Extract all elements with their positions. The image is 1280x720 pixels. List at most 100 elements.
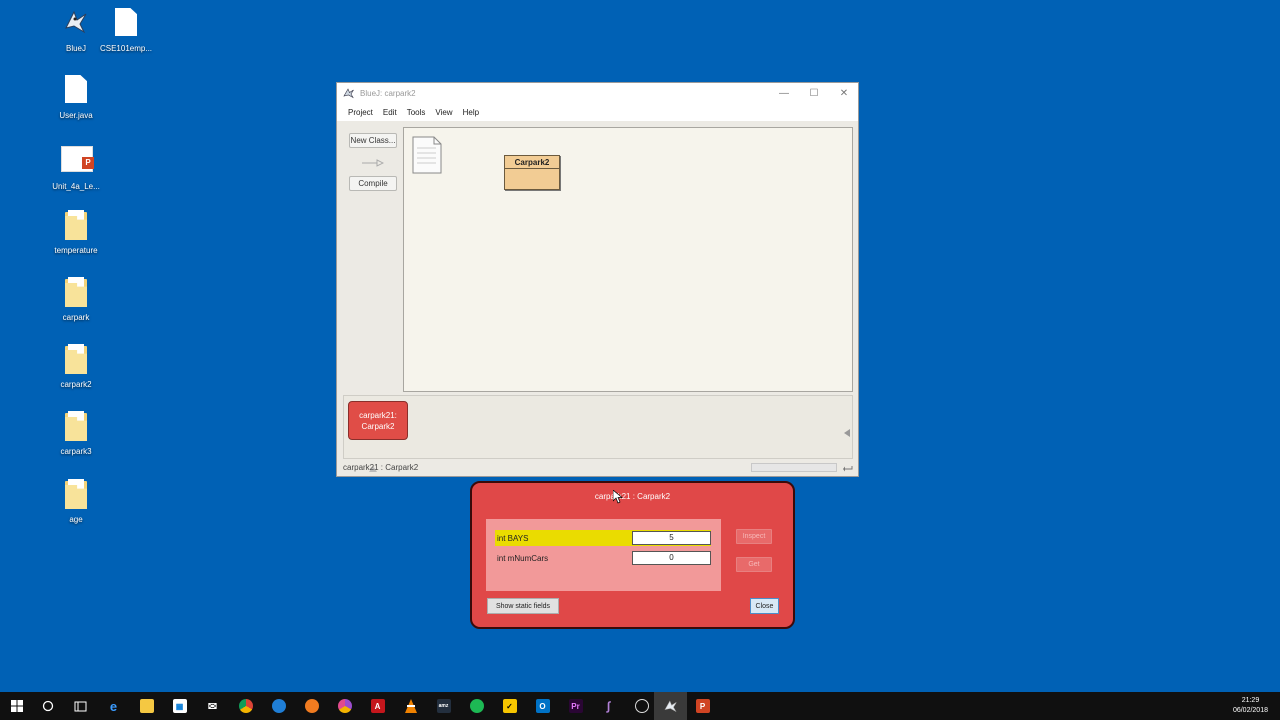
collapse-left-icon[interactable]	[844, 424, 850, 437]
powerpoint-file-icon: P	[61, 146, 94, 178]
status-bar: carpark21 : Carpark2	[343, 458, 858, 476]
taskbar-acrobat[interactable]: A	[361, 692, 394, 720]
menu-bar: Project Edit Tools View Help	[337, 103, 858, 121]
uses-arrow-button[interactable]	[349, 155, 397, 170]
taskbar-norton[interactable]: ✓	[493, 692, 526, 720]
premiere-icon: Pr	[568, 699, 583, 713]
vlc-icon	[404, 699, 417, 713]
chrome-canary-icon	[337, 699, 352, 713]
desktop-icon-carpark[interactable]: carpark	[41, 277, 111, 323]
menu-view[interactable]: View	[435, 108, 452, 117]
norton-icon: ✓	[502, 699, 517, 713]
title-bar[interactable]: BlueJ: carpark2 — ☐ ✕	[337, 83, 858, 103]
desktop-icon-label: CSE101emp...	[99, 44, 153, 53]
desktop-icon-label: BlueJ	[65, 44, 86, 53]
desktop-icon-carpark3[interactable]: carpark3	[41, 411, 111, 457]
new-class-button[interactable]: New Class...	[349, 133, 397, 148]
taskbar-mail[interactable]: ✉	[196, 692, 229, 720]
firefox-icon	[304, 699, 319, 713]
search-button[interactable]	[31, 692, 64, 720]
outlook-icon: O	[535, 699, 550, 713]
readme-note-icon[interactable]	[412, 136, 442, 174]
folder-icon	[139, 699, 154, 713]
taskbar: e ▦ ✉ A amz ✓ O Pr ∫ P 21:29 06/02/2018	[0, 692, 1280, 720]
object-name: carpark21:	[359, 410, 397, 420]
taskbar-vlc[interactable]	[394, 692, 427, 720]
taskbar-visual-studio[interactable]: ∫	[592, 692, 625, 720]
thunderbird-icon	[271, 699, 286, 713]
desktop-icon-label: Unit_4a_Le...	[52, 182, 100, 191]
taskbar-firefox[interactable]	[295, 692, 328, 720]
windows-logo-icon	[10, 700, 23, 712]
desktop-icon-temperature[interactable]: temperature	[41, 210, 111, 256]
acrobat-icon: A	[370, 699, 385, 713]
folder-icon	[61, 344, 91, 376]
desktop-icon-carpark2[interactable]: carpark2	[41, 344, 111, 390]
taskbar-file-explorer[interactable]	[130, 692, 163, 720]
show-static-fields-button[interactable]: Show static fields	[487, 598, 559, 614]
desktop-icon-cse101[interactable]: CSE101emp...	[91, 8, 161, 54]
taskbar-chrome[interactable]	[229, 692, 262, 720]
taskbar-chrome-alt[interactable]	[328, 692, 361, 720]
taskbar-spotify[interactable]	[460, 692, 493, 720]
get-button[interactable]: Get	[736, 557, 772, 572]
minimize-button[interactable]: —	[769, 83, 799, 103]
close-button[interactable]: Close	[750, 598, 779, 614]
desktop-icon-user-java[interactable]: User.java	[41, 75, 111, 121]
object-bench: carpark21: Carpark2	[343, 395, 853, 459]
field-name: int BAYS	[497, 533, 529, 543]
bluej-app-icon	[61, 8, 91, 40]
start-button[interactable]	[0, 692, 33, 720]
taskbar-amazon[interactable]: amz	[427, 692, 460, 720]
menu-tools[interactable]: Tools	[407, 108, 426, 117]
menu-edit[interactable]: Edit	[383, 108, 397, 117]
bluej-main: New Class... Compile Carpark2 carpark21:…	[337, 121, 858, 476]
desktop-icon-age[interactable]: age	[41, 479, 111, 525]
field-row[interactable]: int mNumCars 0	[495, 550, 711, 566]
object-carpark21[interactable]: carpark21: Carpark2	[348, 401, 408, 440]
object-inspector-dialog: carpark21 : Carpark2 int BAYS 5 int mNum…	[470, 481, 795, 629]
undo-arrow-icon[interactable]	[843, 461, 854, 472]
field-value: 0	[632, 551, 711, 565]
desktop-icon-unit4a[interactable]: P Unit_4a_Le...	[41, 146, 111, 192]
visual-studio-icon: ∫	[606, 699, 611, 713]
folder-icon	[61, 479, 91, 511]
desktop-icon-label: carpark	[62, 313, 90, 322]
taskbar-outlook[interactable]: O	[526, 692, 559, 720]
field-list: int BAYS 5 int mNumCars 0	[486, 519, 721, 591]
system-clock[interactable]: 21:29 06/02/2018	[1233, 696, 1268, 716]
dependency-arrow-icon	[362, 158, 384, 167]
class-diagram-panel[interactable]: Carpark2	[403, 127, 853, 392]
desktop-icon-label: carpark2	[60, 380, 92, 389]
taskbar-bluej[interactable]	[654, 692, 687, 720]
class-carpark2[interactable]: Carpark2	[504, 155, 560, 190]
class-name: Carpark2	[505, 156, 559, 169]
compile-button[interactable]: Compile	[349, 176, 397, 191]
taskbar-store[interactable]: ▦	[163, 692, 196, 720]
bluej-app-icon	[343, 88, 354, 99]
menu-help[interactable]: Help	[463, 108, 479, 117]
taskbar-premiere[interactable]: Pr	[559, 692, 592, 720]
desktop-icon-label: User.java	[59, 111, 93, 120]
mail-icon: ✉	[207, 700, 218, 713]
taskbar-edge[interactable]: e	[97, 692, 130, 720]
desktop-icon-label: age	[69, 515, 83, 524]
cortana-icon	[42, 700, 53, 712]
bluej-app-icon	[664, 700, 676, 713]
task-view-button[interactable]	[64, 692, 97, 720]
maximize-icon: ☐	[809, 87, 819, 99]
document-icon	[111, 8, 141, 40]
desktop-icon-label: temperature	[54, 246, 98, 255]
taskbar-powerpoint[interactable]: P	[686, 692, 719, 720]
taskbar-thunderbird[interactable]	[262, 692, 295, 720]
desktop-icon-label: carpark3	[60, 447, 92, 456]
chrome-icon	[238, 699, 253, 713]
inspect-button[interactable]: Inspect	[736, 529, 772, 544]
folder-icon	[61, 411, 91, 443]
field-row[interactable]: int BAYS 5	[495, 530, 711, 546]
close-window-button[interactable]: ✕	[829, 83, 859, 103]
bluej-window: BlueJ: carpark2 — ☐ ✕ Project Edit Tools…	[336, 82, 859, 477]
menu-project[interactable]: Project	[348, 108, 373, 117]
clock-time: 21:29	[1241, 697, 1260, 704]
maximize-button[interactable]: ☐	[799, 83, 829, 103]
